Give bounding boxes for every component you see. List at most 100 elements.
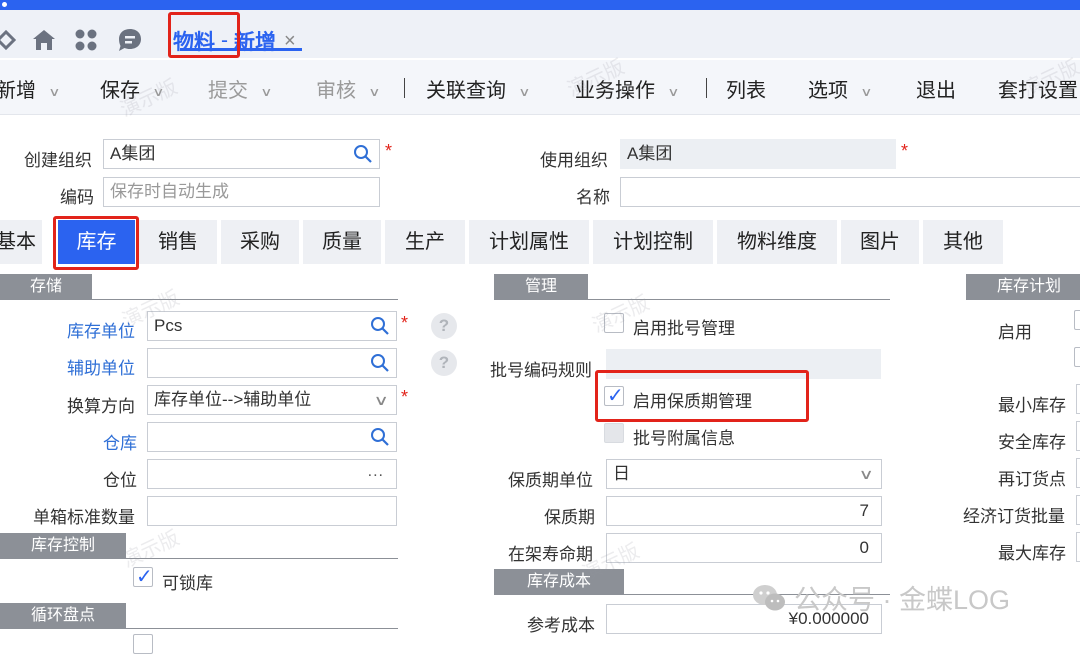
box-qty-field[interactable] bbox=[147, 496, 397, 526]
warehouse-label[interactable]: 仓库 bbox=[103, 429, 137, 454]
conversion-label: 换算方向 bbox=[67, 397, 135, 416]
section-divider bbox=[0, 558, 398, 559]
section-stock-plan-header: 库存计划 bbox=[966, 274, 1080, 300]
shelf-life-on-shelf-field[interactable]: 0 bbox=[606, 533, 882, 563]
app-menu-icon[interactable] bbox=[0, 26, 20, 54]
cycle-count-checkbox[interactable] bbox=[133, 634, 153, 654]
create-org-field[interactable]: A集团 bbox=[103, 139, 380, 169]
aux-unit-field[interactable] bbox=[147, 348, 397, 378]
eoq-label: 经济订货批量 bbox=[963, 507, 1065, 526]
safety-stock-label: 安全库存 bbox=[998, 433, 1066, 452]
section-cycle-count-header: 循环盘点 bbox=[0, 603, 126, 629]
batch-rule-label: 批号编码规则 bbox=[490, 361, 592, 380]
batch-extra-info-label: 批号附属信息 bbox=[633, 429, 735, 448]
tab-plan-attributes[interactable]: 计划属性 bbox=[469, 220, 589, 264]
shelf-unit-dropdown[interactable]: 日 ∨ bbox=[606, 459, 882, 489]
warehouse-field[interactable] bbox=[147, 422, 397, 452]
more-icon[interactable]: ... bbox=[368, 460, 384, 486]
chevron-down-icon: ∨ bbox=[858, 466, 874, 482]
use-org-field: A集团 bbox=[620, 139, 896, 169]
search-icon[interactable] bbox=[370, 353, 390, 373]
reorder-point-field[interactable] bbox=[1076, 458, 1080, 488]
section-divider bbox=[494, 299, 890, 300]
highlight-box-inventory-tab bbox=[53, 216, 139, 270]
tab-plan-control[interactable]: 计划控制 bbox=[593, 220, 713, 264]
tab-quality[interactable]: 质量 bbox=[303, 220, 381, 264]
location-field[interactable]: ... bbox=[147, 459, 397, 489]
new-button[interactable]: 新增 ∨ bbox=[0, 74, 61, 103]
highlight-box-title bbox=[168, 12, 240, 58]
ref-cost-label: 参考成本 bbox=[527, 616, 595, 635]
chevron-down-icon: ∨ bbox=[260, 84, 273, 99]
section-storage-header: 存储 bbox=[0, 274, 92, 300]
window-indicator-dot bbox=[2, 2, 7, 7]
shelf-life-field[interactable]: 7 bbox=[606, 496, 882, 526]
tab-strip: 物料 - 新增 × bbox=[0, 10, 1080, 58]
conversion-dropdown[interactable]: 库存单位-->辅助单位 ∨ bbox=[147, 385, 397, 415]
section-stock-control-header: 库存控制 bbox=[0, 533, 126, 559]
home-icon[interactable] bbox=[30, 26, 58, 54]
submit-button[interactable]: 提交 ∨ bbox=[208, 74, 273, 103]
stock-plan-enable-label: 启用 bbox=[998, 323, 1032, 342]
use-org-label: 使用组织 bbox=[540, 151, 608, 170]
section-divider bbox=[0, 299, 398, 300]
stock-plan-enable-checkbox[interactable] bbox=[1074, 310, 1080, 330]
tab-sales[interactable]: 销售 bbox=[139, 220, 217, 264]
tab-production[interactable]: 生产 bbox=[385, 220, 465, 264]
required-marker: * bbox=[385, 141, 393, 161]
highlight-box-shelf-life bbox=[595, 370, 809, 422]
help-icon[interactable]: ? bbox=[431, 313, 457, 339]
box-qty-label: 单箱标准数量 bbox=[33, 508, 135, 527]
section-management-header: 管理 bbox=[494, 274, 588, 300]
name-field[interactable] bbox=[620, 177, 1080, 207]
audit-button[interactable]: 审核 ∨ bbox=[316, 74, 381, 103]
reorder-point-label: 再订货点 bbox=[998, 470, 1066, 489]
chevron-down-icon: ∨ bbox=[860, 84, 873, 99]
chevron-down-icon: ∨ bbox=[368, 84, 381, 99]
tab-basic[interactable]: 基本 bbox=[0, 220, 42, 264]
search-icon[interactable] bbox=[370, 316, 390, 336]
tab-purchase[interactable]: 采购 bbox=[221, 220, 299, 264]
help-icon[interactable]: ? bbox=[431, 350, 457, 376]
batch-management-label: 启用批号管理 bbox=[633, 319, 735, 338]
tab-subtitle: 新增 bbox=[234, 31, 276, 54]
toolbar-divider bbox=[404, 78, 405, 98]
tab-images[interactable]: 图片 bbox=[841, 220, 919, 264]
code-label: 编码 bbox=[60, 188, 94, 207]
related-query-button[interactable]: 关联查询 ∨ bbox=[426, 74, 531, 103]
message-icon[interactable] bbox=[116, 26, 144, 54]
toolbar-divider bbox=[706, 78, 707, 98]
name-label: 名称 bbox=[576, 188, 610, 207]
chevron-down-icon: ∨ bbox=[48, 84, 61, 99]
required-marker: * bbox=[901, 141, 909, 161]
list-button[interactable]: 列表 bbox=[726, 74, 766, 103]
section-divider bbox=[966, 299, 1080, 300]
eoq-field[interactable] bbox=[1076, 495, 1080, 525]
search-icon[interactable] bbox=[370, 427, 390, 447]
stock-plan-option-checkbox[interactable] bbox=[1074, 347, 1080, 367]
required-marker: * bbox=[401, 387, 409, 407]
min-stock-label: 最小库存 bbox=[998, 396, 1066, 415]
stock-unit-field[interactable]: Pcs bbox=[147, 311, 397, 341]
shelf-unit-label: 保质期单位 bbox=[508, 471, 593, 490]
required-marker: * bbox=[401, 313, 409, 333]
source-watermark: 公众号 · 金蝶LOG bbox=[752, 578, 1010, 617]
lockable-label: 可锁库 bbox=[162, 574, 213, 593]
min-stock-field[interactable] bbox=[1076, 384, 1080, 414]
max-stock-label: 最大库存 bbox=[998, 544, 1066, 563]
exit-button[interactable]: 退出 bbox=[916, 74, 956, 103]
search-icon[interactable] bbox=[353, 144, 373, 164]
safety-stock-field[interactable] bbox=[1076, 421, 1080, 451]
aux-unit-label[interactable]: 辅助单位 bbox=[67, 354, 135, 379]
tab-other[interactable]: 其他 bbox=[923, 220, 1003, 264]
tab-material-dimension[interactable]: 物料维度 bbox=[717, 220, 837, 264]
chevron-down-icon: ∨ bbox=[373, 392, 389, 408]
max-stock-field[interactable] bbox=[1076, 532, 1080, 562]
apps-grid-icon[interactable] bbox=[72, 26, 100, 54]
batch-extra-info-checkbox bbox=[604, 423, 624, 443]
chevron-down-icon: ∨ bbox=[667, 84, 680, 99]
options-button[interactable]: 选项 ∨ bbox=[808, 74, 873, 103]
top-accent-bar bbox=[0, 0, 1080, 10]
create-org-label: 创建组织 bbox=[24, 151, 92, 170]
code-field[interactable]: 保存时自动生成 bbox=[103, 177, 380, 207]
